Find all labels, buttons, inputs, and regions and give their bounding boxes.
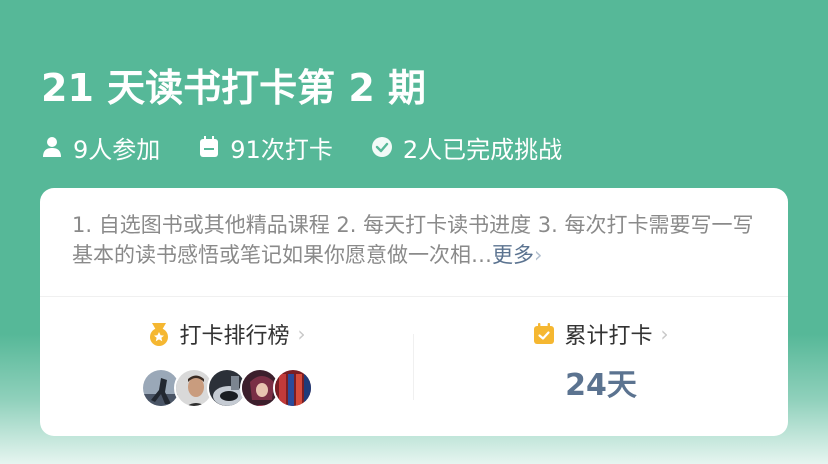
completed-count: 2人已完成挑战 [402, 135, 563, 164]
checkins-count: 91次打卡 [230, 135, 333, 164]
ranking-section[interactable]: 打卡排行榜 › [40, 318, 414, 408]
avatar[interactable] [273, 368, 313, 408]
person-icon [41, 136, 63, 158]
divider [40, 296, 788, 297]
page-title: 21 天读书打卡第 2 期 [41, 66, 427, 110]
activity-header: 21 天读书打卡第 2 期 9人参加 91次打卡 2人已完成挑战 [41, 62, 788, 165]
participants-count: 9人参加 [73, 135, 161, 164]
calendar-icon [198, 136, 220, 158]
ranking-label: 打卡排行榜 [179, 324, 290, 349]
participants-stat[interactable]: 9人参加 [41, 130, 160, 165]
description: 1. 自选图书或其他精品课程 2. 每天打卡读书进度 3. 每次打卡需要写一写基… [72, 210, 762, 270]
calendar-check-icon [533, 323, 555, 345]
stats-row: 9人参加 91次打卡 2人已完成挑战 [41, 130, 788, 165]
more-link[interactable]: 更多 [492, 243, 534, 267]
chevron-right-icon: › [660, 322, 669, 346]
avatar-list [40, 368, 414, 408]
activity-card: 1. 自选图书或其他精品课程 2. 每天打卡读书进度 3. 每次打卡需要写一写基… [40, 188, 788, 436]
description-text: 1. 自选图书或其他精品课程 2. 每天打卡读书进度 3. 每次打卡需要写一写基… [72, 213, 754, 267]
cumulative-title[interactable]: 累计打卡 › [533, 318, 669, 350]
cumulative-section[interactable]: 累计打卡 › 24天 [414, 318, 788, 408]
check-circle-icon [371, 136, 393, 158]
checkins-stat[interactable]: 91次打卡 [198, 130, 333, 165]
ranking-title[interactable]: 打卡排行榜 › [148, 318, 306, 350]
cumulative-days: 24天 [565, 368, 637, 403]
medal-icon [148, 323, 170, 346]
cumulative-label: 累计打卡 [564, 324, 653, 349]
chevron-right-icon: › [534, 243, 543, 267]
chevron-right-icon: › [297, 322, 306, 346]
completed-stat[interactable]: 2人已完成挑战 [371, 130, 562, 165]
